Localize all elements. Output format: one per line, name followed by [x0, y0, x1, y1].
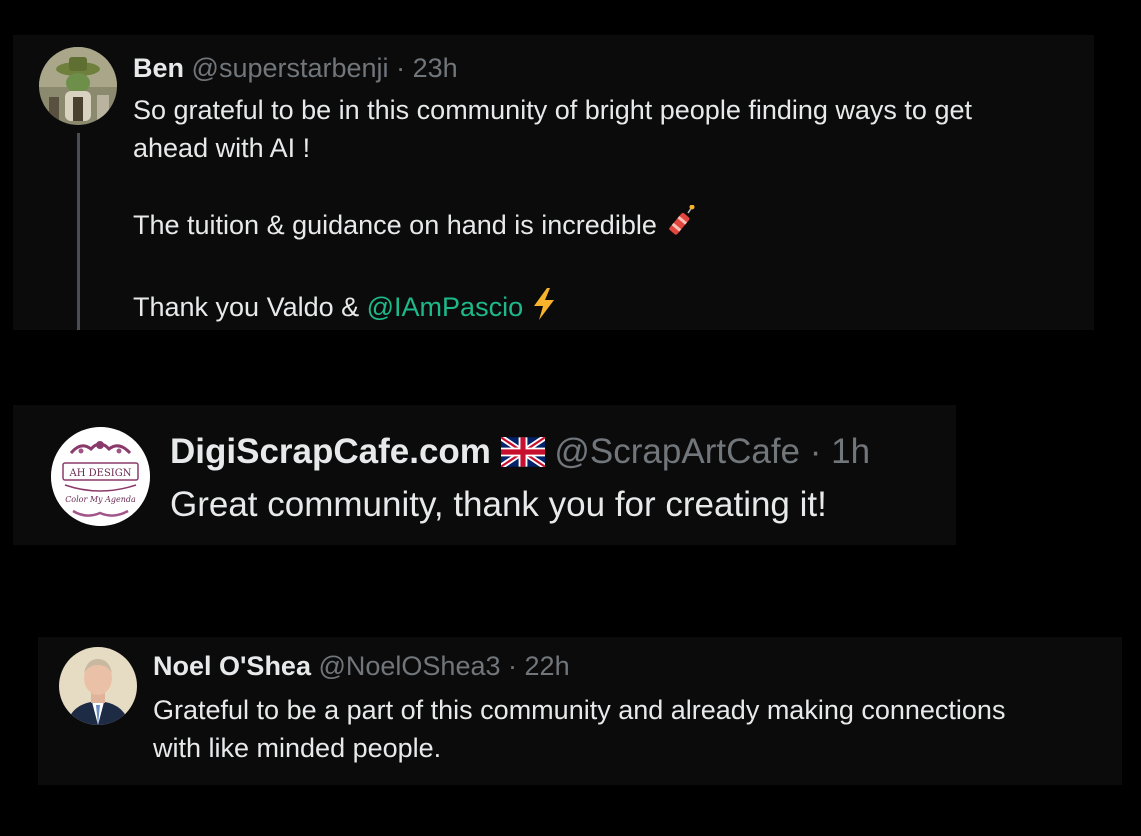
post-time[interactable]: 23h — [413, 53, 458, 83]
author-name[interactable]: Ben — [133, 53, 184, 83]
post-body: Great community, thank you for creating … — [170, 483, 950, 527]
body-line-emoji: The tuition & guidance on hand is incred… — [133, 204, 1083, 249]
avatar-noel-image — [59, 647, 137, 725]
author-handle[interactable]: @NoelOShea3 — [318, 651, 500, 681]
logo-text-top: AH DESIGN — [69, 468, 132, 479]
post-time[interactable]: 1h — [831, 432, 870, 471]
post-card-noel[interactable]: Noel O'Shea @NoelOShea3 · 22h Grateful t… — [38, 637, 1122, 785]
post-card-ben[interactable]: Ben @superstarbenji · 23h So grateful to… — [13, 35, 1094, 330]
body-line: So grateful to be in this community of b… — [133, 95, 972, 125]
post-body: So grateful to be in this community of b… — [133, 91, 1083, 331]
body-line: ahead with AI ! — [133, 133, 311, 163]
thread-line — [77, 133, 80, 330]
post-card-digiscrapcafe[interactable]: AH DESIGN Color My Agenda DigiScrapCafe.… — [13, 405, 956, 545]
post-header: Ben @superstarbenji · 23h — [133, 51, 458, 85]
author-handle[interactable]: @ScrapArtCafe — [554, 432, 800, 471]
post-body: Grateful to be a part of this community … — [153, 691, 1118, 767]
post-header: DigiScrapCafe.com @ScrapArtCafe · 1h — [170, 431, 870, 477]
separator-dot: · — [508, 651, 518, 681]
logo-text-bottom: Color My Agenda — [65, 495, 136, 504]
body-line: Grateful to be a part of this community … — [153, 695, 1006, 725]
author-name[interactable]: DigiScrapCafe.com — [170, 432, 491, 471]
avatar-ben-image — [39, 47, 117, 125]
lightning-icon — [531, 287, 557, 331]
avatar-noel[interactable] — [59, 647, 137, 725]
uk-flag-icon — [499, 434, 547, 477]
firecracker-icon — [664, 204, 696, 249]
mention-link[interactable]: @IAmPascio — [367, 292, 523, 322]
separator-dot: · — [809, 432, 822, 471]
post-header: Noel O'Shea @NoelOShea3 · 22h — [153, 649, 570, 683]
thanks-text: Thank you Valdo & — [133, 292, 367, 323]
author-handle[interactable]: @superstarbenji — [192, 53, 389, 83]
body-line: The tuition & guidance on hand is incred… — [133, 210, 657, 241]
body-line: Great community, thank you for creating … — [170, 485, 827, 524]
testimonials-page: Ben @superstarbenji · 23h So grateful to… — [0, 0, 1141, 836]
thanks-line: Thank you Valdo & @IAmPascio — [133, 287, 1083, 331]
avatar-logo-image: AH DESIGN Color My Agenda — [51, 427, 150, 526]
author-name[interactable]: Noel O'Shea — [153, 651, 311, 681]
avatar-ben[interactable] — [39, 47, 117, 125]
separator-dot: · — [396, 53, 406, 83]
body-line: with like minded people. — [153, 733, 442, 763]
post-time[interactable]: 22h — [525, 651, 570, 681]
avatar-digiscrapcafe[interactable]: AH DESIGN Color My Agenda — [51, 427, 150, 526]
